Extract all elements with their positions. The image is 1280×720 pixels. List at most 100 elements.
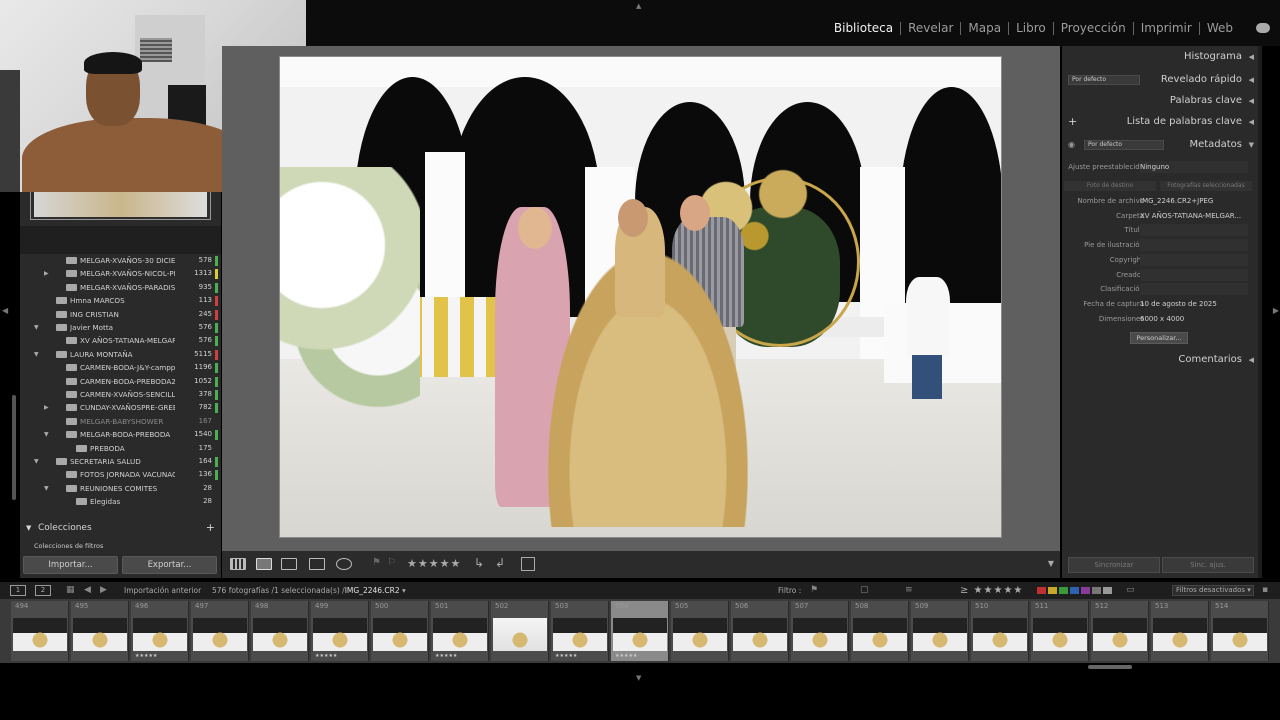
filmstrip-thumbnail[interactable] (1033, 618, 1087, 651)
metadata-value[interactable] (1140, 268, 1248, 281)
main-photo[interactable] (279, 56, 1002, 538)
filmstrip-cell[interactable]: 495 (71, 601, 129, 661)
bottom-panel-toggle-icon[interactable]: ▼ (636, 674, 641, 682)
color-swatch-2[interactable] (1059, 587, 1068, 594)
histogram-header[interactable]: Histograma ◀ (1062, 46, 1258, 68)
preset-select[interactable]: Ninguno (1140, 161, 1248, 173)
list-filter-icon[interactable]: ≡ (905, 582, 913, 599)
module-tab-2[interactable]: Mapa (961, 22, 1010, 35)
add-keyword-icon[interactable]: + (1068, 111, 1077, 133)
filmstrip-cell[interactable]: 514 (1211, 601, 1269, 661)
folder-row[interactable]: CARMEN-BODA-PREBODA2 1052 (20, 375, 221, 388)
metadata-collapse-icon[interactable]: ▼ (1249, 134, 1254, 156)
folder-row[interactable]: ▼ MELGAR-BODA-PREBODA 1540 (20, 428, 221, 441)
left-panel-scrollbar[interactable] (12, 395, 16, 500)
flag-filter-icon[interactable]: ⚑ (810, 582, 818, 599)
color-swatch-0[interactable] (1037, 587, 1046, 594)
filmstrip-thumbnail[interactable] (613, 618, 667, 651)
color-swatch-1[interactable] (1048, 587, 1057, 594)
quick-develop-collapse-icon[interactable]: ◀ (1249, 69, 1254, 91)
copy-filter-icon[interactable]: ▢ (860, 582, 869, 599)
metadata-value[interactable] (1140, 253, 1248, 266)
quick-develop-preset-select[interactable]: Por defecto (1068, 75, 1140, 85)
quick-develop-header[interactable]: Por defecto Revelado rápido ◀ (1062, 69, 1258, 91)
filmstrip-thumbnail[interactable] (1153, 618, 1207, 651)
filmstrip-thumbnail[interactable] (133, 618, 187, 651)
selected-photos-tab[interactable]: Fotografías seleccionadas (1160, 181, 1252, 191)
filmstrip-thumbnail[interactable] (853, 618, 907, 651)
filmstrip-thumbnail[interactable] (493, 618, 547, 651)
folder-row[interactable]: ING CRISTIAN 245 (20, 308, 221, 321)
filter-lock-icon[interactable]: ▪ (1262, 582, 1268, 599)
star-filter[interactable]: ≥ ★★★★★ (960, 582, 1023, 599)
color-swatch-3[interactable] (1070, 587, 1079, 594)
right-panel-toggle-icon[interactable]: ▶ (1273, 306, 1279, 315)
filmstrip-cell[interactable]: 496 ★★★★★ (131, 601, 189, 661)
filmstrip-cell[interactable]: 505 (671, 601, 729, 661)
filmstrip-cell[interactable]: 500 (371, 601, 429, 661)
folder-row[interactable]: ▼ REUNIONES COMITES 28 (20, 482, 221, 495)
folder-row[interactable]: ▼ LAURA MONTAÑA 5115 (20, 348, 221, 361)
filmstrip-cell[interactable]: 506 (731, 601, 789, 661)
cloud-sync-icon[interactable] (1256, 23, 1270, 33)
loupe-view-icon[interactable] (256, 558, 272, 570)
filmstrip-thumbnail[interactable] (1093, 618, 1147, 651)
filmstrip-thumbnail[interactable] (13, 618, 67, 651)
color-swatch-5[interactable] (1092, 587, 1101, 594)
rating-stars[interactable]: ★★★★★ (407, 557, 461, 570)
filmstrip-cell[interactable]: 512 (1091, 601, 1149, 661)
folder-row[interactable]: Elegidas 28 (20, 495, 221, 508)
rotate-right-icon[interactable]: ↲ (495, 556, 505, 570)
filmstrip-thumbnail[interactable] (673, 618, 727, 651)
folder-row[interactable]: Hmna MARCOS 113 (20, 294, 221, 307)
add-collection-icon[interactable]: + (206, 518, 215, 538)
folder-row[interactable]: MELGAR-XVAÑOS-PARADISE 935 (20, 281, 221, 294)
source-label[interactable]: Importación anterior (124, 582, 201, 599)
module-tab-0[interactable]: Biblioteca (827, 22, 902, 35)
folder-expand-icon[interactable]: ▼ (34, 321, 39, 334)
comments-header[interactable]: Comentarios ◀ (1062, 349, 1258, 371)
filmstrip-cell[interactable]: 498 (251, 601, 309, 661)
compare-view-icon[interactable] (281, 558, 297, 570)
flag-pick-icon[interactable]: ⚑ (372, 557, 381, 568)
module-tab-5[interactable]: Imprimir (1134, 22, 1200, 35)
metadata-value[interactable] (1140, 224, 1248, 237)
filmstrip-thumbnail[interactable] (373, 618, 427, 651)
filmstrip-thumbnail[interactable] (253, 618, 307, 651)
rotate-left-icon[interactable]: ↳ (474, 556, 484, 570)
collections-header[interactable]: ▼ Colecciones + (20, 518, 221, 538)
filmstrip-cell[interactable]: 501 ★★★★★ (431, 601, 489, 661)
filmstrip-cell[interactable]: 504 ★★★★★ (611, 601, 669, 661)
folder-row[interactable]: ▼ Javier Motta 576 (20, 321, 221, 334)
filmstrip-scrollbar[interactable] (1088, 665, 1132, 669)
filmstrip-thumbnail[interactable] (733, 618, 787, 651)
sync-button[interactable]: Sincronizar (1068, 557, 1160, 573)
comments-collapse-icon[interactable]: ◀ (1249, 349, 1254, 371)
filmstrip-thumbnail[interactable] (973, 618, 1027, 651)
folder-expand-icon[interactable]: ▼ (44, 482, 49, 495)
metadata-value[interactable] (1140, 239, 1248, 252)
filmstrip-cell[interactable]: 508 (851, 601, 909, 661)
filmstrip-cell[interactable]: 503 ★★★★★ (551, 601, 609, 661)
filmstrip-cell[interactable]: 497 (191, 601, 249, 661)
folder-expand-icon[interactable]: ▶ (44, 267, 49, 280)
folder-row[interactable]: PREBODA 175 (20, 442, 221, 455)
filmstrip-thumbnail[interactable] (1213, 618, 1267, 651)
folder-row[interactable]: ▶ CUNDAY-XVAÑOSPRE-GREEN 782 (20, 401, 221, 414)
photo-viewer[interactable] (222, 46, 1060, 551)
filmstrip-thumbnail[interactable] (913, 618, 967, 651)
metadata-preset-select[interactable]: Por defecto (1084, 140, 1164, 150)
right-panel-scrollbar[interactable] (1258, 46, 1262, 578)
folder-expand-icon[interactable]: ▶ (44, 401, 49, 414)
folder-row[interactable]: CARMEN-XVAÑOS-SENCILLOS 378 (20, 388, 221, 401)
navigator-preview[interactable] (30, 192, 211, 220)
filmstrip-thumbnail[interactable] (73, 618, 127, 651)
filmstrip-thumbnail[interactable] (193, 618, 247, 651)
filmstrip-thumbnail[interactable] (553, 618, 607, 651)
filmstrip-cell[interactable]: 510 (971, 601, 1029, 661)
module-tab-1[interactable]: Revelar (901, 22, 962, 35)
metadata-eye-icon[interactable]: ◉ (1068, 134, 1075, 156)
filters-select[interactable]: Filtros desactivados ▾ (1172, 585, 1254, 596)
filmstrip-cell[interactable]: 499 ★★★★★ (311, 601, 369, 661)
module-tab-6[interactable]: Web (1200, 22, 1240, 35)
